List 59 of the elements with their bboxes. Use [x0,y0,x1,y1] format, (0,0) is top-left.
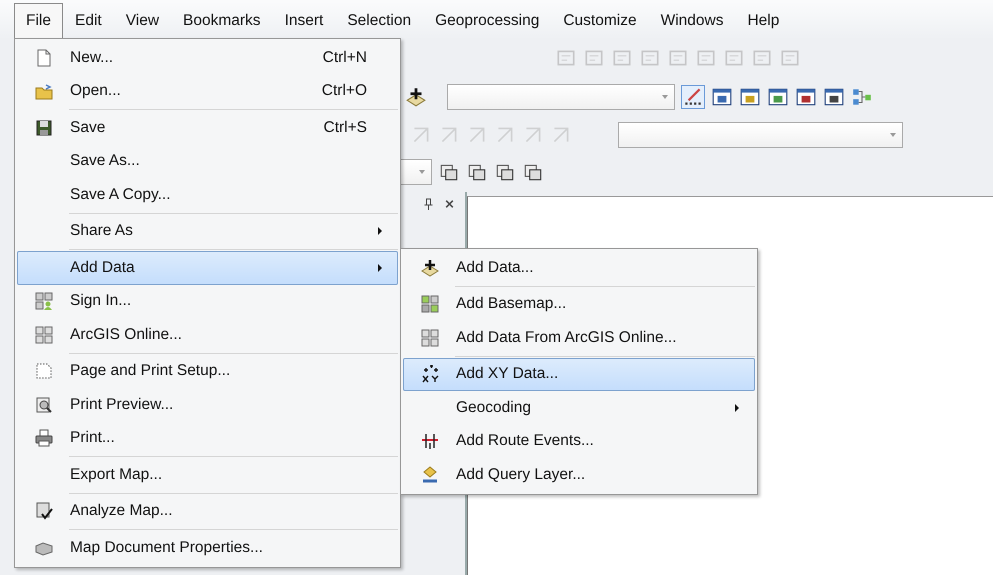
printer-icon [34,428,54,448]
menu-item[interactable]: Analyze Map... [17,494,398,528]
menu-item[interactable]: ArcGIS Online... [17,318,398,352]
query-layer-icon [420,464,440,485]
menu-item[interactable]: Export Map... [17,458,398,492]
scale-combo-box[interactable] [447,84,675,110]
route-events-icon [420,431,440,452]
menu-item[interactable]: Add Route Events... [403,424,755,458]
pin-icon[interactable] [423,198,434,210]
menu-item[interactable]: Sign In... [17,284,398,318]
menu-bar-item[interactable]: Customize [551,3,649,38]
menu-item[interactable]: Add XY Data... [403,358,755,391]
menu-bar-item[interactable]: File [14,3,63,38]
grid-person-icon [34,291,54,312]
layer-combo-box[interactable] [618,122,903,148]
submenu-arrow-icon [377,262,383,273]
menu-item[interactable]: Save As... [17,144,398,178]
grid-icon [420,328,440,348]
window-icon[interactable] [823,86,845,108]
menu-item[interactable]: Map Document Properties... [17,531,398,564]
window-icon[interactable] [739,86,761,108]
menu-item[interactable]: Save A Copy... [17,178,398,212]
menu-bar-item[interactable]: Insert [272,3,336,38]
menu-item[interactable]: Share As [17,214,398,248]
menu-item[interactable]: Save Ctrl+S [17,111,398,144]
add-data-icon[interactable] [405,86,427,108]
menu-bar-item[interactable]: Windows [648,3,736,38]
menu-bar-item[interactable]: Geoprocessing [423,3,552,38]
window-icon[interactable] [767,86,789,108]
scatter-points-icon [420,364,440,384]
menu-item[interactable]: Print Preview... [17,388,398,422]
close-icon[interactable] [444,198,455,210]
menu-bar-item[interactable]: Selection [335,3,424,38]
menu-item[interactable]: Add Data From ArcGIS Online... [403,321,755,354]
menu-item[interactable]: Print... [17,422,398,455]
menu-item[interactable]: Open... Ctrl+O [17,74,398,108]
menu-bar-item[interactable]: Edit [62,3,114,38]
menu-item[interactable]: New... Ctrl+N [17,41,398,74]
submenu-arrow-icon [377,226,383,236]
menu-item[interactable]: Add Data... [403,251,755,284]
menu-item[interactable]: Add Basemap... [403,288,755,321]
window-icon[interactable] [795,86,817,108]
combo-box[interactable] [400,159,432,185]
basemap-grid-icon [420,294,440,314]
menu-bar-item[interactable]: Bookmarks [171,3,273,38]
edit-vertices-icon[interactable] [681,85,705,109]
plus-diamond-icon [420,258,440,278]
print-preview-icon [34,394,54,415]
menu-bar-item[interactable]: View [114,3,172,38]
menu-item[interactable]: Page and Print Setup... [17,354,398,388]
check-page-icon [34,501,54,522]
grid-icon [34,324,54,345]
menu-item[interactable]: Add Query Layer... [403,458,755,492]
dotted-page-icon [34,361,54,382]
window-icon[interactable] [711,86,733,108]
menu-bar-item[interactable]: Help [735,3,792,38]
menu-item[interactable]: Geocoding [403,391,755,424]
menu-item[interactable]: Add Data [17,251,398,284]
submenu-arrow-icon [734,402,740,413]
